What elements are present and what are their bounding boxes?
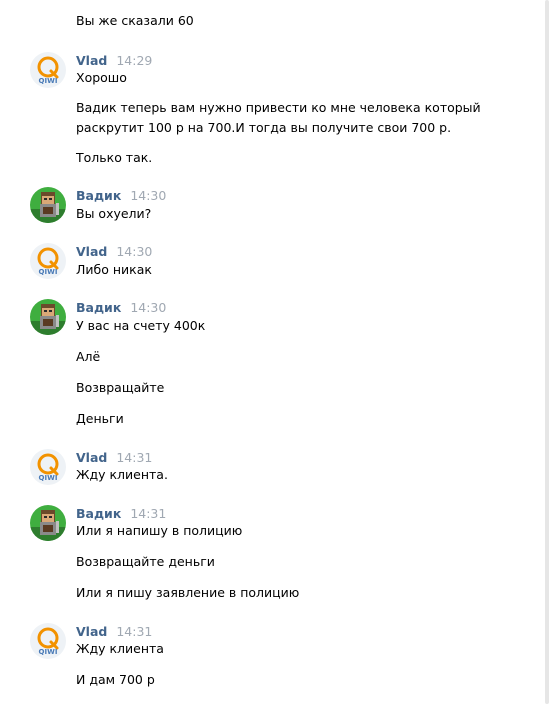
message-text: Возвращайте деньги <box>76 554 215 569</box>
message-text: Или я напишу в полицию <box>76 523 243 538</box>
avatar[interactable] <box>30 187 66 223</box>
author-name[interactable]: Вадик <box>76 300 121 315</box>
qiwi-logo-icon: QIWI <box>30 52 66 88</box>
message-header: Vlad 14:29 <box>76 53 152 69</box>
message-text: Вы охуели? <box>76 206 152 221</box>
message-time[interactable]: 14:30 <box>130 188 166 203</box>
minecraft-character-icon <box>30 505 66 541</box>
svg-text:QIWI: QIWI <box>39 77 58 85</box>
message-text: Вы же сказали 60 <box>76 13 194 28</box>
message-time[interactable]: 14:31 <box>116 624 152 639</box>
message-time[interactable]: 14:30 <box>130 300 166 315</box>
minecraft-character-icon <box>30 187 66 223</box>
avatar[interactable]: QIWI <box>30 52 66 88</box>
message-text: Только так. <box>76 150 153 165</box>
author-name[interactable]: Vlad <box>76 244 107 259</box>
message-time[interactable]: 14:31 <box>130 506 166 521</box>
message-text: Вадик теперь вам нужно привести ко мне ч… <box>76 100 481 115</box>
qiwi-logo-icon: QIWI <box>30 243 66 279</box>
message-header: Вадик 14:30 <box>76 300 166 316</box>
chat-history: Вы же сказали 60 QIWI Vlad 14:29 Хорошо В… <box>0 0 550 704</box>
message-time[interactable]: 14:30 <box>116 244 152 259</box>
svg-text:QIWI: QIWI <box>39 474 58 482</box>
message-header: Вадик 14:31 <box>76 506 166 522</box>
message-text: Жду клиента <box>76 641 164 656</box>
message-text: У вас на счету 400к <box>76 318 206 333</box>
message-header: Vlad 14:31 <box>76 624 152 640</box>
message-text: Жду клиента. <box>76 467 168 482</box>
message-text: раскрутит 100 р на 700.И тогда вы получи… <box>76 120 452 135</box>
author-name[interactable]: Vlad <box>76 450 107 465</box>
message-text: Алё <box>76 349 101 364</box>
message-text: Возвращайте <box>76 380 165 395</box>
scrollbar[interactable] <box>545 0 549 704</box>
message-header: Вадик 14:30 <box>76 188 166 204</box>
message-text: Или я пишу заявление в полицию <box>76 585 300 600</box>
message-text: И дам 700 р <box>76 672 155 687</box>
avatar[interactable]: QIWI <box>30 623 66 659</box>
message-time[interactable]: 14:29 <box>116 53 152 68</box>
qiwi-logo-icon: QIWI <box>30 449 66 485</box>
author-name[interactable]: Вадик <box>76 506 121 521</box>
avatar[interactable]: QIWI <box>30 243 66 279</box>
author-name[interactable]: Вадик <box>76 188 121 203</box>
author-name[interactable]: Vlad <box>76 53 107 68</box>
svg-text:QIWI: QIWI <box>39 648 58 656</box>
author-name[interactable]: Vlad <box>76 624 107 639</box>
avatar[interactable] <box>30 299 66 335</box>
message-header: Vlad 14:30 <box>76 244 152 260</box>
qiwi-logo-icon: QIWI <box>30 623 66 659</box>
minecraft-character-icon <box>30 299 66 335</box>
message-text: Хорошо <box>76 70 127 85</box>
message-text: Либо никак <box>76 262 152 277</box>
avatar[interactable] <box>30 505 66 541</box>
message-text: Деньги <box>76 411 124 426</box>
svg-text:QIWI: QIWI <box>39 268 58 276</box>
avatar[interactable]: QIWI <box>30 449 66 485</box>
message-time[interactable]: 14:31 <box>116 450 152 465</box>
message-header: Vlad 14:31 <box>76 450 152 466</box>
